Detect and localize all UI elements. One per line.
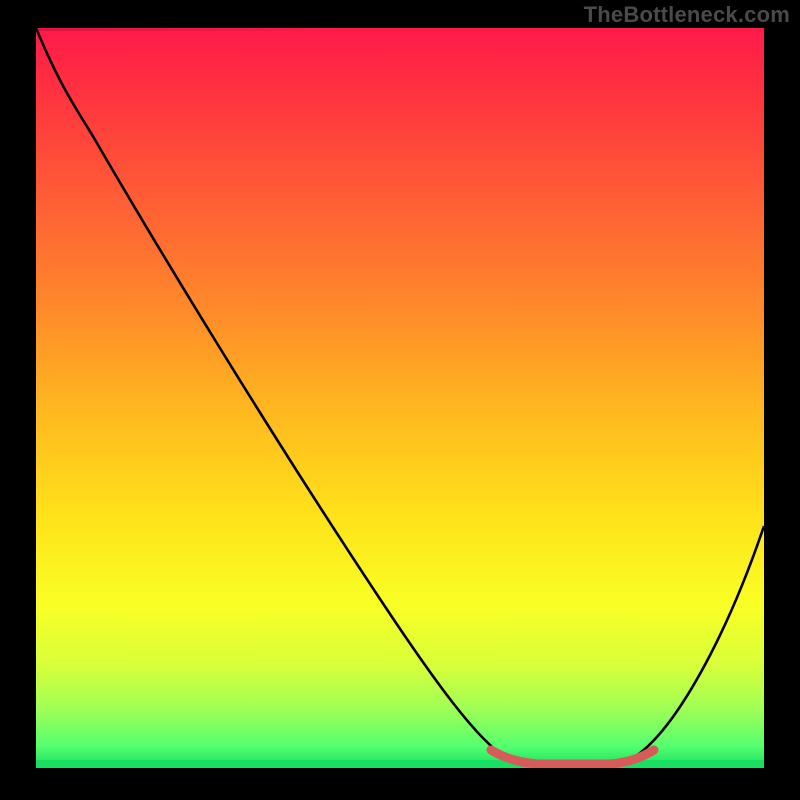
plot-area [36,28,764,768]
highlight-segment-right [609,750,654,764]
highlight-segment-left [491,750,538,764]
bottleneck-curve [36,28,764,765]
chart-frame: TheBottleneck.com [0,0,800,800]
watermark-text: TheBottleneck.com [584,2,790,28]
curve-layer [36,28,764,768]
